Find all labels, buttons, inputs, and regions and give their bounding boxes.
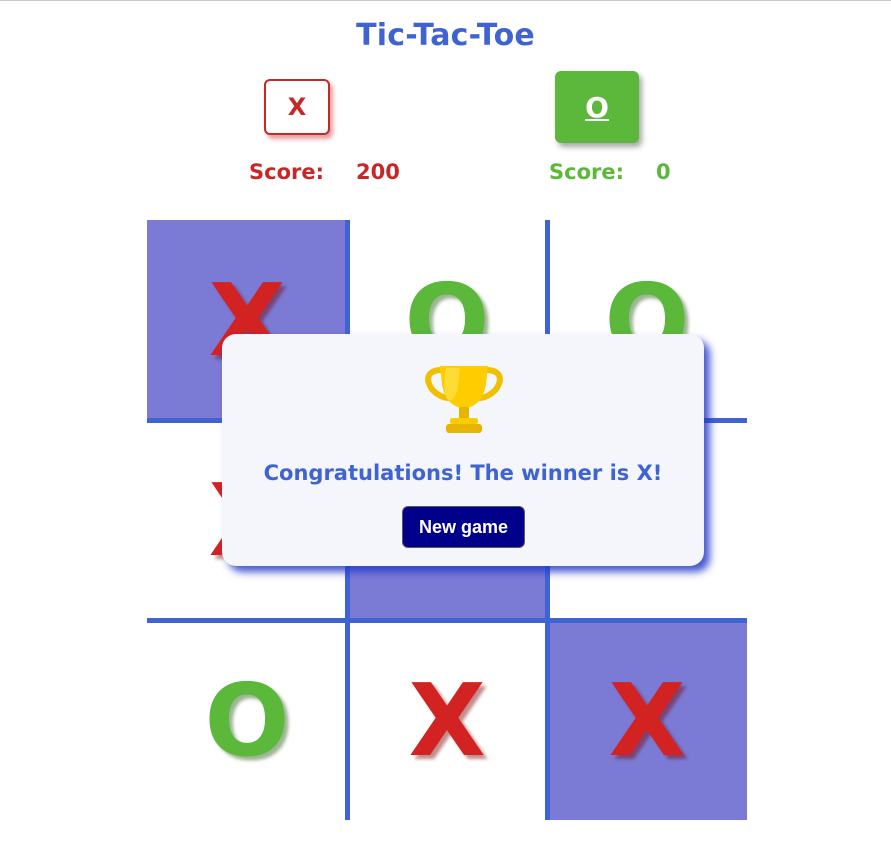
score-value: 200 bbox=[356, 160, 400, 184]
player-x-score: Score: 200 bbox=[249, 160, 400, 184]
grid-line bbox=[147, 618, 747, 623]
score-value: 0 bbox=[656, 160, 671, 184]
page-title: Tic-Tac-Toe bbox=[356, 18, 535, 53]
new-game-button[interactable]: New game bbox=[402, 506, 525, 548]
winner-dialog: Congratulations! The winner is X! New ga… bbox=[222, 334, 704, 566]
board-cell[interactable]: X bbox=[547, 620, 747, 820]
player-x-button[interactable]: X bbox=[264, 79, 330, 135]
player-o-button[interactable]: O bbox=[555, 71, 639, 143]
player-o-score: Score: 0 bbox=[549, 160, 671, 184]
winner-message: Congratulations! The winner is X! bbox=[263, 461, 663, 485]
top-divider bbox=[0, 0, 891, 1]
score-label: Score: bbox=[549, 160, 624, 184]
score-label: Score: bbox=[249, 160, 324, 184]
trophy-icon bbox=[425, 366, 503, 433]
board-cell[interactable]: O bbox=[147, 620, 347, 820]
board-cell[interactable]: X bbox=[347, 620, 547, 820]
